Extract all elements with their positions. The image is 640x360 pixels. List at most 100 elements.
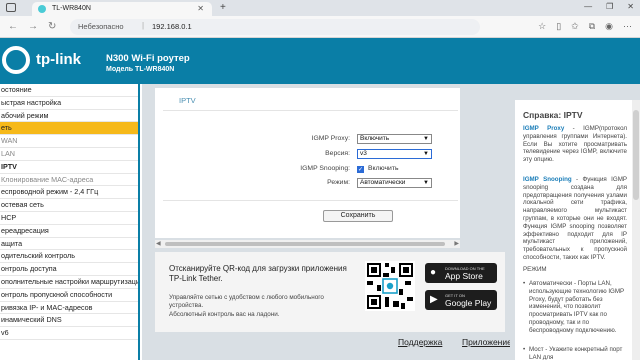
menu-item[interactable]: еспроводной режим - 2,4 ГГц xyxy=(0,186,138,200)
menu-item[interactable]: WAN xyxy=(0,135,138,148)
promo-title: Отсканируйте QR-код для загрузки приложе… xyxy=(169,264,347,283)
help-scrollbar[interactable] xyxy=(632,100,640,360)
router-title: N300 Wi-Fi роутер xyxy=(106,53,190,64)
reload-icon[interactable]: ↻ xyxy=(48,21,56,32)
mode-select[interactable]: Автоматически ▼ xyxy=(357,178,432,188)
menu-item[interactable]: Клонирование MAC-адреса xyxy=(0,173,138,187)
more-icon[interactable]: ⋯ xyxy=(623,21,632,32)
help-bullet-auto: Автоматически - Порты LAN, использующие … xyxy=(523,280,627,335)
help-scrollbar-thumb[interactable] xyxy=(633,110,639,200)
menu-item[interactable]: одительский контроль xyxy=(0,250,138,264)
help-panel: Справка: IPTV IGMP Proxy - IGMP(протокол… xyxy=(515,100,632,360)
back-icon[interactable]: ← xyxy=(8,21,18,32)
tether-promo: Отсканируйте QR-код для загрузки приложе… xyxy=(155,252,505,332)
menu-item[interactable]: ривязка IP- и MAC-адресов xyxy=(0,302,138,315)
close-window-icon[interactable]: ✕ xyxy=(627,2,634,11)
horizontal-scrollbar[interactable]: ◀ ▶ xyxy=(155,240,460,248)
sidebar-toggle-icon[interactable] xyxy=(6,3,16,12)
divider xyxy=(163,200,458,201)
iptv-panel: IPTV IGMP Proxy: Включить ▼ Версия: v3 ▼… xyxy=(155,88,460,238)
menu-item[interactable]: еть xyxy=(0,122,138,136)
igmp-proxy-value: Включить xyxy=(360,135,390,142)
browser-tab[interactable]: TL-WR840N ✕ xyxy=(32,2,212,16)
tab-title: TL-WR840N xyxy=(52,5,91,12)
support-link[interactable]: Поддержка xyxy=(398,337,442,347)
promo-description: Управляйте сетью с удобством с любого мо… xyxy=(169,294,324,309)
favorites-icon[interactable]: ✩ xyxy=(571,21,579,32)
menu-item[interactable]: HCP xyxy=(0,212,138,225)
help-proxy-paragraph: IGMP Proxy - IGMP(протокол управления гр… xyxy=(523,125,627,164)
scroll-left-icon[interactable]: ◀ xyxy=(156,240,161,247)
router-model: Модель TL-WR840N xyxy=(106,66,175,73)
menu-item[interactable]: v6 xyxy=(0,327,138,340)
mode-label: Режим: xyxy=(327,179,350,186)
help-snooping-text: - Функция IGMP snooping создана для пред… xyxy=(523,176,627,261)
chevron-down-icon: ▼ xyxy=(423,136,429,142)
mode-value: Автоматически xyxy=(360,179,406,186)
address-bar: ← → ↻ Небезопасно | 192.168.0.1 ☆ ▯ ✩ ⧉ … xyxy=(0,16,640,38)
app-link[interactable]: Приложение xyxy=(462,337,512,347)
help-mode-heading: РЕЖИМ xyxy=(523,266,547,273)
help-snooping-paragraph: IGMP Snooping - Функция IGMP snooping со… xyxy=(523,176,627,262)
menu-item[interactable]: онтроль доступа xyxy=(0,263,138,276)
igmp-proxy-select[interactable]: Включить ▼ xyxy=(357,134,432,144)
google-play-label: Google Play xyxy=(445,298,492,308)
maximize-icon[interactable]: ❐ xyxy=(606,2,613,11)
promo-slogan: Абсолютный контроль вас на ладони. xyxy=(169,311,280,318)
help-snooping-term: IGMP Snooping xyxy=(523,176,572,183)
window-controls: — ❐ ✕ xyxy=(584,2,634,11)
version-select[interactable]: v3 ▼ xyxy=(357,149,432,159)
forward-icon[interactable]: → xyxy=(28,21,38,32)
snooping-checkbox-label: Включить xyxy=(368,165,399,172)
menu-item[interactable]: абочий режим xyxy=(0,110,138,123)
google-play-button[interactable]: ▶ GET IT ON Google Play xyxy=(425,290,497,310)
logo-text: tp-link xyxy=(36,51,81,68)
split-screen-icon[interactable]: ▯ xyxy=(556,21,561,32)
divider xyxy=(163,110,458,111)
chevron-down-icon: ▼ xyxy=(423,151,429,157)
menu-item[interactable]: остевая сеть xyxy=(0,199,138,212)
menu-item[interactable]: ополнительные настройки маршрутизации xyxy=(0,276,138,289)
app-store-button[interactable]: ● DOWNLOAD ON THE App Store xyxy=(425,263,497,283)
apple-icon: ● xyxy=(430,267,437,278)
menu-item[interactable]: ереадресация xyxy=(0,225,138,238)
minimize-icon[interactable]: — xyxy=(584,2,592,11)
menu-item[interactable]: ащита xyxy=(0,238,138,251)
scroll-right-icon[interactable]: ▶ xyxy=(454,240,459,247)
new-tab-icon[interactable]: + xyxy=(220,2,226,13)
menu-item[interactable]: LAN xyxy=(0,147,138,161)
toolbar-icons: ☆ ▯ ✩ ⧉ ◉ ⋯ xyxy=(538,21,632,32)
url-separator: | xyxy=(142,21,145,30)
scrollbar-thumb[interactable] xyxy=(165,242,445,246)
igmp-proxy-label: IGMP Proxy: xyxy=(311,135,350,142)
tp-link-logo-icon xyxy=(2,46,30,74)
chevron-down-icon: ▼ xyxy=(423,180,429,186)
panel-title: IPTV xyxy=(179,96,196,105)
menu-item[interactable]: остояние xyxy=(0,84,138,97)
snooping-label: IGMP Snooping: xyxy=(300,165,350,172)
browser-tab-bar: TL-WR840N ✕ + — ❐ ✕ xyxy=(0,0,640,16)
menu-item[interactable]: IPTV xyxy=(0,160,138,174)
favorite-star-icon[interactable]: ☆ xyxy=(538,21,546,32)
help-bullet-bridge: Мост - Укажите конкретный порт LAN для xyxy=(523,346,627,360)
menu-item[interactable]: онтроль пропускной способности xyxy=(0,289,138,302)
tab-close-icon[interactable]: ✕ xyxy=(197,4,204,13)
qr-code-icon xyxy=(365,261,415,311)
url-text: 192.168.0.1 xyxy=(152,22,192,31)
profile-icon[interactable]: ◉ xyxy=(605,21,613,32)
tab-favicon-icon xyxy=(38,5,46,13)
router-header: tp-link N300 Wi-Fi роутер Модель TL-WR84… xyxy=(0,38,640,84)
snooping-checkbox[interactable]: ✓ xyxy=(357,166,364,173)
url-input[interactable]: Небезопасно | 192.168.0.1 xyxy=(70,19,480,35)
left-menu: остояние ыстрая настройка абочий режим еть W… xyxy=(0,84,140,360)
help-title: Справка: IPTV xyxy=(523,110,583,120)
help-proxy-term: IGMP Proxy xyxy=(523,125,565,132)
app-store-label: App Store xyxy=(445,271,483,281)
version-value: v3 xyxy=(360,150,367,157)
insecure-label[interactable]: Небезопасно xyxy=(78,22,124,31)
menu-item[interactable]: инамический DNS xyxy=(0,314,138,328)
menu-item[interactable]: ыстрая настройка xyxy=(0,97,138,110)
google-play-icon: ▶ xyxy=(430,294,438,305)
save-button[interactable]: Сохранить xyxy=(323,210,393,222)
collections-icon[interactable]: ⧉ xyxy=(589,21,595,32)
